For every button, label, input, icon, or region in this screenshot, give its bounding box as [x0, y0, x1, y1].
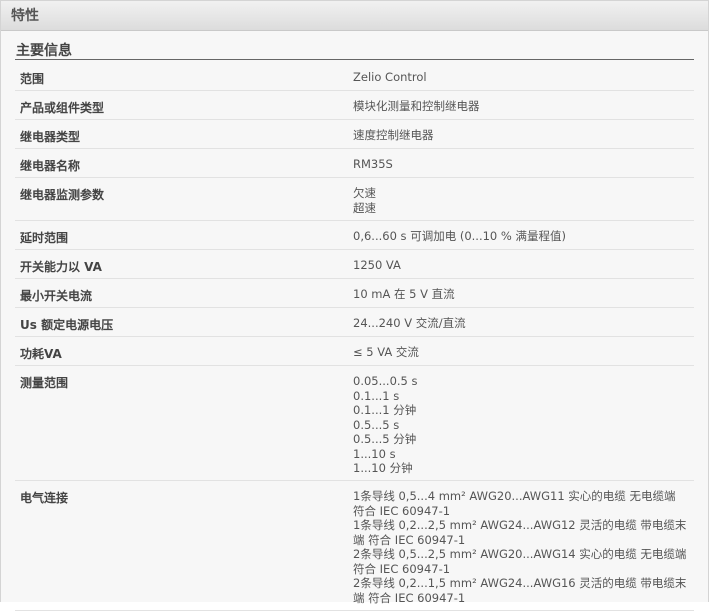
spec-value-line: ≤ 5 VA 交流	[353, 345, 419, 359]
spec-value-line: 符合 IEC 60947-1	[353, 503, 451, 518]
table-row: Us 额定电源电压 24...240 V 交流/直流	[15, 308, 694, 337]
spec-value-line: 1...10 分钟	[353, 461, 413, 475]
spec-label: 开关能力以 VA	[20, 260, 102, 274]
spec-value: 1250 VA	[353, 250, 694, 278]
spec-value-line: 端 符合 IEC 60947-1	[353, 590, 466, 605]
spec-value-line: 1...10 s	[353, 446, 396, 461]
spec-value: Zelio Control	[353, 62, 694, 90]
spec-value-line: 0,6...60 s 可调加电 (0...10 % 满量程值)	[353, 229, 566, 243]
table-row: 电气连接 1条导线 0,5...4 mm² AWG20...AWG11 实心的电缆…	[15, 481, 694, 611]
spec-label: 功耗VA	[20, 347, 62, 361]
spec-label: 电气连接	[20, 491, 69, 505]
spec-value: 速度控制继电器	[353, 120, 694, 148]
spec-label: 测量范围	[20, 376, 69, 390]
spec-label: 继电器类型	[20, 130, 81, 144]
spec-label: 最小开关电流	[20, 289, 93, 303]
spec-value-line: 0.05...0.5 s	[353, 374, 418, 388]
spec-value: 0.05...0.5 s 0.1...1 s 0.1...1 分钟 0.5...5 s…	[353, 366, 694, 480]
spec-value: 模块化测量和控制继电器	[353, 91, 694, 119]
table-row: 功耗VA ≤ 5 VA 交流	[15, 337, 694, 366]
section-title: 主要信息	[16, 43, 72, 59]
table-row: 延时范围 0,6...60 s 可调加电 (0...10 % 满量程值)	[15, 221, 694, 250]
spec-value-line: 模块化测量和控制继电器	[353, 99, 480, 113]
spec-value-line: RM35S	[353, 157, 393, 171]
table-row: 继电器类型 速度控制继电器	[15, 120, 694, 149]
spec-value-line: 10 mA 在 5 V 直流	[353, 287, 455, 301]
spec-label: 继电器名称	[20, 159, 81, 173]
spec-value-line: Zelio Control	[353, 70, 427, 84]
spec-value-line: 符合 IEC 60947-1	[353, 561, 451, 576]
spec-value-line: 2条导线 0,5...2,5 mm² AWG20...AWG14 实心的电缆 无…	[353, 547, 687, 561]
spec-value-line: 超速	[353, 200, 376, 215]
spec-value: RM35S	[353, 149, 694, 177]
table-row: 产品或组件类型 模块化测量和控制继电器	[15, 91, 694, 120]
spec-value-line: 0.5...5 s	[353, 417, 400, 432]
spec-label: 延时范围	[20, 231, 69, 245]
spec-value: 欠速 超速	[353, 178, 694, 220]
table-row: 继电器监测参数 欠速 超速	[15, 178, 694, 221]
characteristics-panel: 特性 主要信息 范围 Zelio Control 产品或组件类型 模块化测量和控制继电…	[0, 0, 709, 611]
spec-value-line: 1条导线 0,5...4 mm² AWG20...AWG11 实心的电缆 无电缆…	[353, 489, 676, 503]
panel-body: 主要信息 范围 Zelio Control 产品或组件类型 模块化测量和控制继电器继电…	[1, 31, 708, 611]
table-row: 范围 Zelio Control	[15, 62, 694, 91]
spec-label: 继电器监测参数	[20, 188, 105, 202]
spec-value: 0,6...60 s 可调加电 (0...10 % 满量程值)	[353, 221, 694, 249]
spec-value-line: 端 符合 IEC 60947-1	[353, 532, 466, 547]
table-row: 继电器名称 RM35S	[15, 149, 694, 178]
spec-value: 10 mA 在 5 V 直流	[353, 279, 694, 307]
spec-table: 范围 Zelio Control 产品或组件类型 模块化测量和控制继电器继电器类型 速度…	[15, 62, 694, 611]
spec-label: 产品或组件类型	[20, 101, 105, 115]
section-divider	[15, 59, 694, 60]
table-row: 测量范围 0.05...0.5 s 0.1...1 s 0.1...1 分钟 0.5..…	[15, 366, 694, 481]
spec-value-line: 2条导线 0,2...1,5 mm² AWG24...AWG16 灵活的电缆 带…	[353, 576, 687, 590]
spec-value-line: 24...240 V 交流/直流	[353, 316, 466, 330]
panel-header-title[interactable]: 特性	[1, 1, 708, 31]
spec-value-line: 欠速	[353, 186, 376, 200]
table-row: 开关能力以 VA 1250 VA	[15, 250, 694, 279]
spec-value: 1条导线 0,5...4 mm² AWG20...AWG11 实心的电缆 无电缆…	[353, 481, 694, 610]
spec-value-line: 速度控制继电器	[353, 128, 434, 142]
table-row: 最小开关电流 10 mA 在 5 V 直流	[15, 279, 694, 308]
spec-label: 范围	[20, 72, 45, 86]
spec-value-line: 0.1...1 s	[353, 388, 400, 403]
spec-value-line: 1条导线 0,2...2,5 mm² AWG24...AWG12 灵活的电缆 带…	[353, 518, 687, 532]
spec-value: ≤ 5 VA 交流	[353, 337, 694, 365]
spec-value-line: 1250 VA	[353, 258, 401, 272]
spec-label: Us 额定电源电压	[20, 318, 114, 332]
spec-value: 24...240 V 交流/直流	[353, 308, 694, 336]
spec-value-line: 0.1...1 分钟	[353, 403, 417, 417]
spec-value-line: 0.5...5 分钟	[353, 432, 417, 446]
